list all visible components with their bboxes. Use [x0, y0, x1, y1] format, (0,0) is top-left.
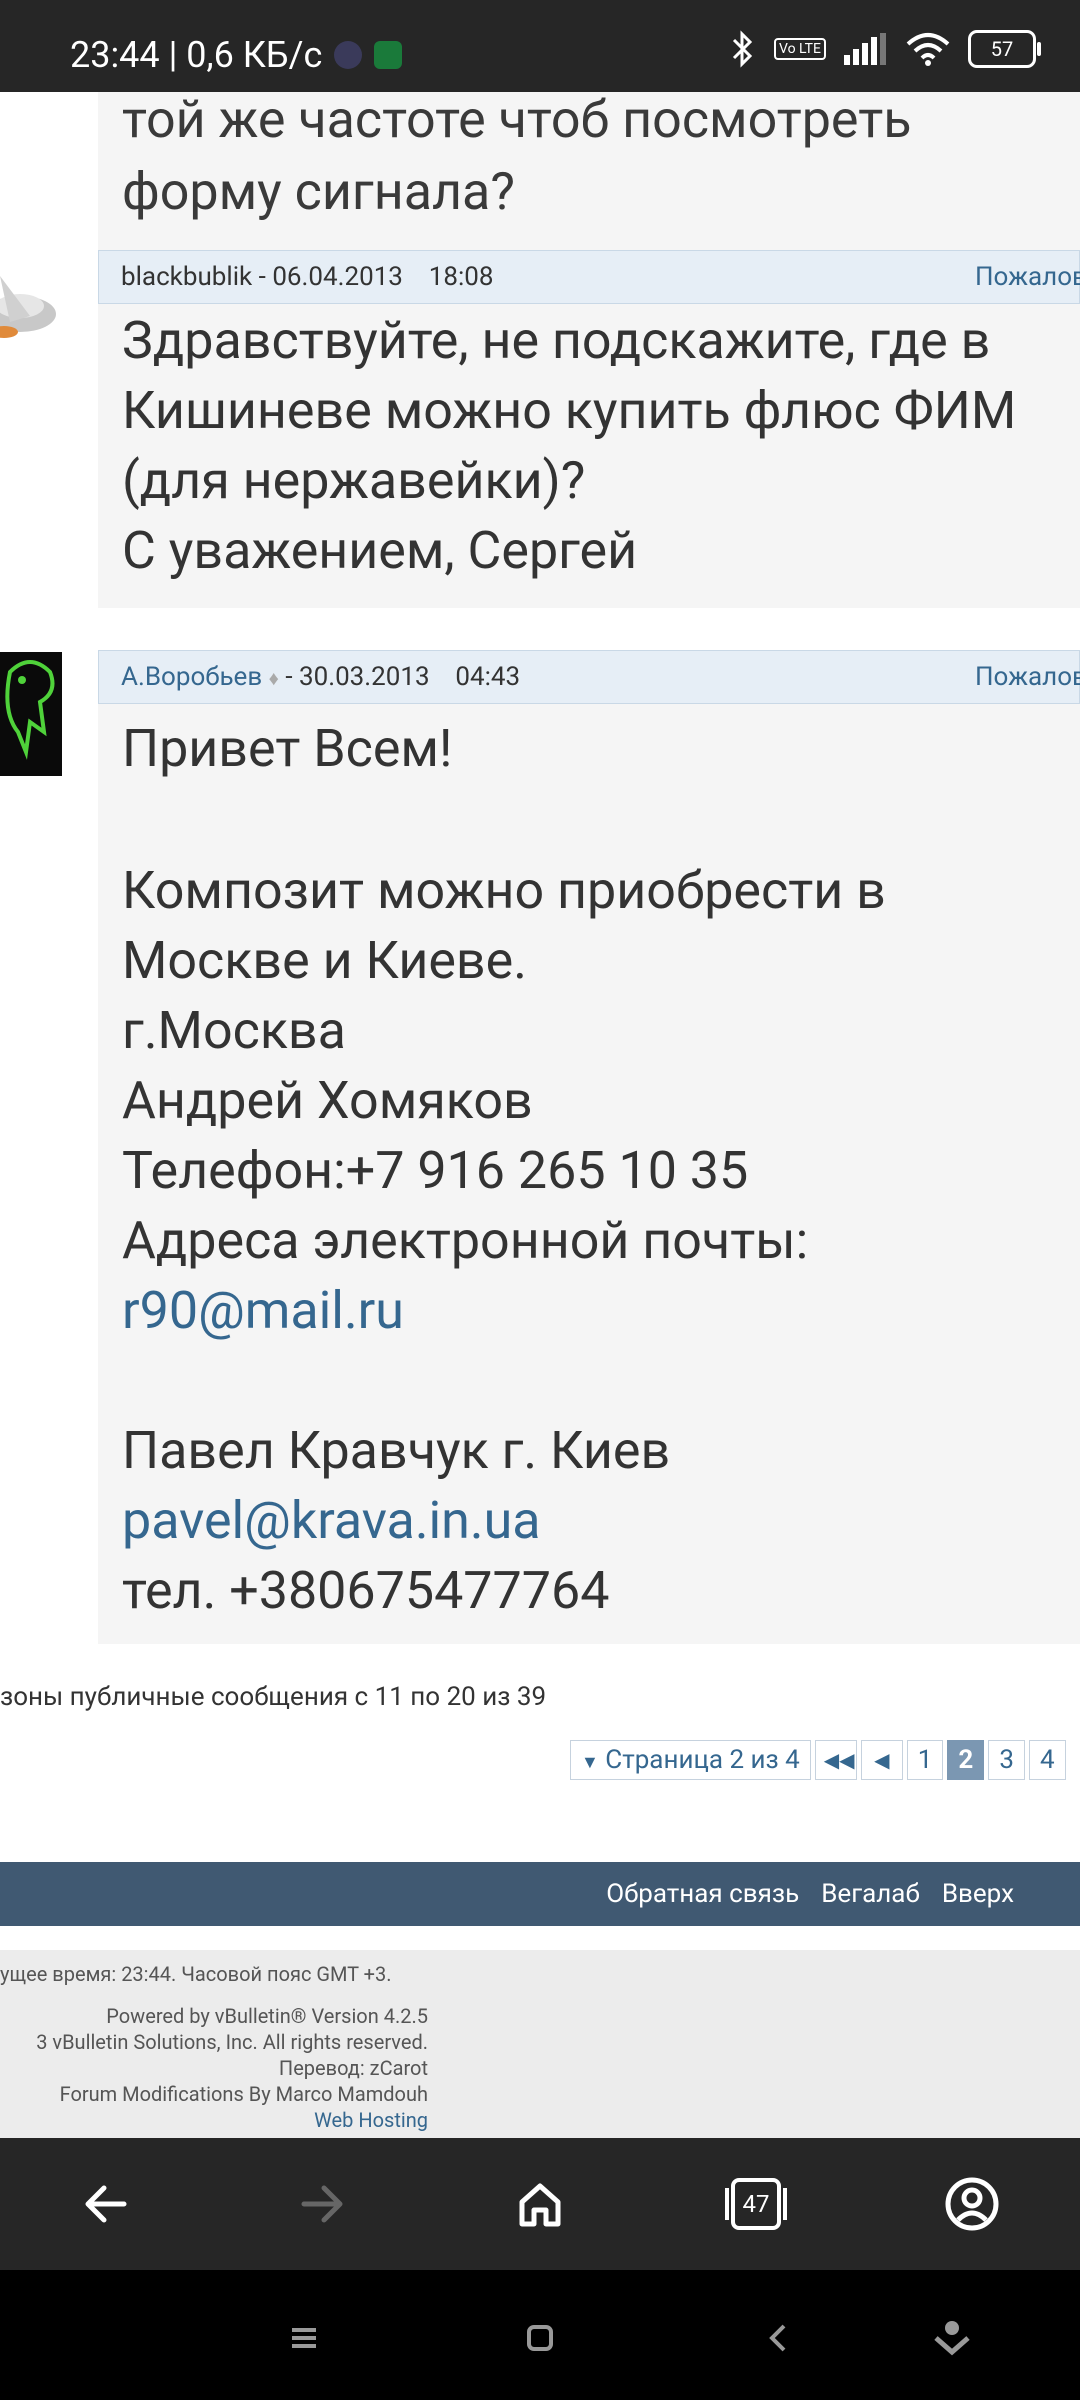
translation-text: Перевод: zCarot [278, 2056, 428, 2080]
page-link-3[interactable]: 3 [988, 1740, 1025, 1780]
double-arrow-left-icon: ◀◀ [823, 1748, 855, 1772]
footer-links: Обратная связь Вегалаб Вверх [606, 1862, 1014, 1926]
user-avatar-vorobyev[interactable] [0, 652, 62, 776]
post-text-line: Кишиневе можно купить флюс ФИМ [122, 380, 1017, 441]
assistant-button[interactable] [928, 2314, 976, 2362]
post-meta: А.Воробьев ♦ - 30.03.2013 04:43 [121, 662, 521, 692]
first-page-button[interactable]: ◀◀ [814, 1740, 857, 1780]
post-text-line: Адреса электронной почты: [122, 1210, 809, 1271]
post-text-line: тел. +380675477764 [122, 1560, 610, 1621]
volte-icon: Vo LTE [773, 38, 826, 60]
post-text-line: Здравствуйте, не подскажите, где в [122, 310, 991, 371]
post-meta: blackbublik - 06.04.2013 18:08 [121, 262, 494, 292]
post-header: blackbublik - 06.04.2013 18:08 Пожаловат… [98, 250, 1080, 304]
messages-count-text: зоны публичные сообщения с 11 по 20 из 3… [0, 1682, 547, 1712]
post-time: 04:43 [455, 662, 521, 692]
page-link-4[interactable]: 4 [1028, 1740, 1066, 1780]
status-time-speed: 23:44 | 0,6 КБ/с [70, 34, 323, 76]
system-navigation-bar [0, 2270, 1080, 2400]
page-link-1[interactable]: 1 [906, 1740, 944, 1780]
post-text-line: Телефон:+7 916 265 10 35 [122, 1140, 749, 1201]
back-to-top-link[interactable]: Вверх [942, 1862, 1014, 1926]
post-text-line: С уважением, Сергей [122, 520, 638, 581]
post-text-line: Павел Кравчук г. Киев [122, 1420, 671, 1481]
post-time: 18:08 [428, 262, 494, 292]
kaspersky-app-icon [374, 41, 403, 69]
post-body: Здравствуйте, не подскажите, где в Кишин… [98, 304, 1080, 608]
footer-info: ущее время: 23:44. Часовой пояс GMT +3. … [0, 1950, 1080, 2138]
recent-apps-button[interactable] [280, 2314, 328, 2362]
tabs-button[interactable]: 47 [720, 2168, 792, 2240]
status-bar: 23:44 | 0,6 КБ/с Vo LTE 57 [0, 0, 1080, 92]
caret-down-icon: ▼ [581, 1752, 599, 1773]
footer-nav-bar: Обратная связь Вегалаб Вверх [0, 1862, 1080, 1926]
square-icon [527, 2325, 553, 2351]
account-icon [945, 2177, 999, 2231]
web-hosting-link[interactable]: Web Hosting [314, 2108, 428, 2132]
post-date: 30.03.2013 [298, 662, 430, 692]
arrow-forward-icon [301, 2185, 343, 2223]
menu-icon [292, 2328, 316, 2348]
back-button[interactable] [70, 2168, 142, 2240]
chevron-left-icon [769, 2324, 786, 2352]
arrow-left-icon: ◀ [874, 1748, 890, 1772]
bluetooth-icon [732, 30, 753, 68]
post-text-line: Андрей Хомяков [122, 1070, 533, 1131]
user-avatar-blackbublik[interactable] [0, 252, 58, 348]
battery-indicator: 57 [968, 30, 1041, 68]
post-date: 06.04.2013 [272, 262, 403, 292]
page-link-current: 2 [947, 1740, 985, 1780]
signal-icon [844, 33, 886, 65]
report-link[interactable]: Пожаловаться [975, 251, 1080, 303]
vegalab-link[interactable]: Вегалаб [821, 1862, 920, 1926]
post-author[interactable]: А.Воробьев [121, 662, 262, 692]
page-jump-dropdown[interactable]: ▼ Страница 2 из 4 [570, 1740, 811, 1780]
status-left: 23:44 | 0,6 КБ/с [70, 34, 403, 76]
post-body: Привет Всем! Композит можно приобрести в… [98, 704, 1080, 1644]
modifications-text: Forum Modifications By Marco Mamdouh [59, 2082, 428, 2106]
status-right: Vo LTE 57 [730, 30, 1041, 68]
post-text-line: г.Москва [122, 1000, 346, 1061]
profile-button[interactable] [936, 2168, 1008, 2240]
arrow-back-icon [85, 2185, 127, 2223]
system-home-button[interactable] [516, 2314, 564, 2362]
web-content[interactable]: той же частоте чтоб посмотреть форму сиг… [0, 92, 1080, 2138]
prev-page-button[interactable]: ◀ [860, 1740, 903, 1780]
post-text-line: форму сигнала? [122, 161, 515, 222]
post-text-line: той же частоте чтоб посмотреть [122, 92, 912, 150]
page-label: Страница 2 из 4 [605, 1745, 800, 1775]
browser-toolbar: 47 [0, 2138, 1080, 2270]
forward-button[interactable] [286, 2168, 358, 2240]
tab-count: 47 [742, 2190, 770, 2218]
wifi-icon [906, 33, 950, 66]
email-link[interactable]: r90@mail.ru [122, 1276, 404, 1346]
post-text-line: (для нержавейки)? [122, 450, 586, 511]
post-author[interactable]: blackbublik [121, 262, 252, 292]
download-icon [934, 2321, 970, 2356]
copyright-text: 3 vBulletin Solutions, Inc. All rights r… [36, 2030, 428, 2054]
post-text-line: Привет Всем! [122, 718, 453, 779]
current-time-text: ущее время: 23:44. Часовой пояс GMT +3. [0, 1962, 392, 1986]
vpn-app-icon [334, 41, 363, 69]
post-header: А.Воробьев ♦ - 30.03.2013 04:43 Пожалова… [98, 650, 1080, 704]
system-back-button[interactable] [756, 2314, 804, 2362]
feedback-link[interactable]: Обратная связь [606, 1862, 799, 1926]
email-link[interactable]: pavel@krava.in.ua [122, 1486, 541, 1556]
powered-by-text: Powered by vBulletin® Version 4.2.5 [106, 2004, 428, 2028]
report-link[interactable]: Пожаловаться [975, 651, 1080, 703]
pagination: ▼ Страница 2 из 4 ◀◀ ◀ 1 2 3 4 [570, 1740, 1066, 1782]
post-text-line: Композит можно приобрести в [122, 860, 886, 921]
home-button[interactable] [504, 2168, 576, 2240]
home-icon [519, 2183, 561, 2227]
post-text-line: Москве и Киеве. [122, 930, 527, 991]
offline-icon: ♦ [268, 666, 279, 690]
